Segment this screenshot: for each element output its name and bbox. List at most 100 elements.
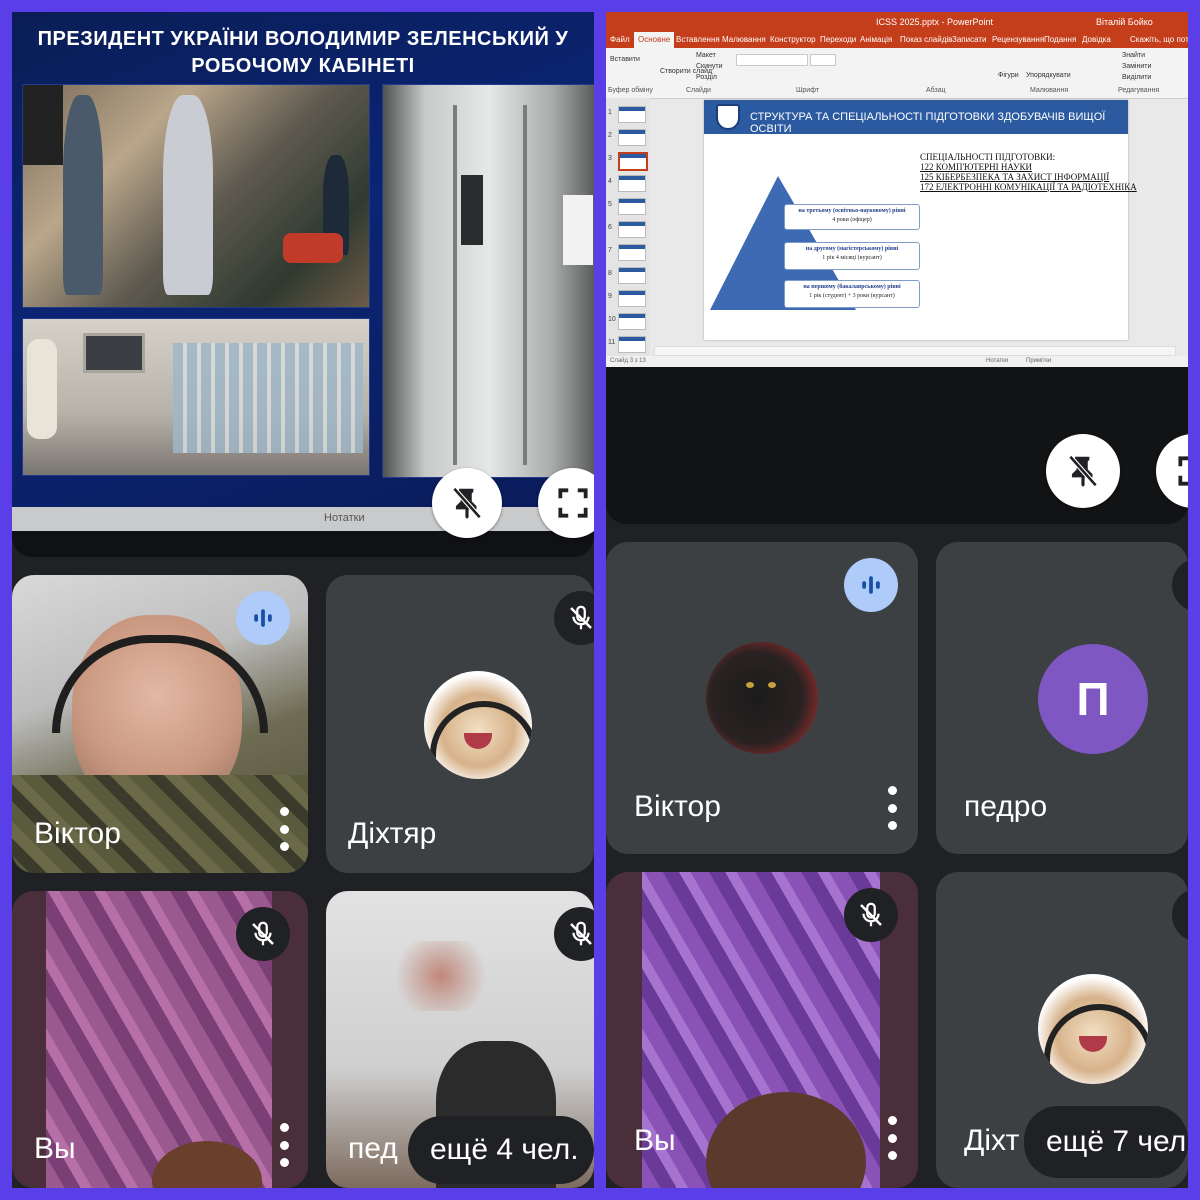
more-options-button[interactable] xyxy=(880,786,904,830)
ppt-user: Віталій Бойко xyxy=(1096,17,1153,27)
presentation-stream[interactable]: ICSS 2025.pptx - PowerPoint Віталій Бойк… xyxy=(606,12,1188,524)
slide-thumbnail-number: 6 xyxy=(608,224,612,231)
more-participants-label: ещё 7 чел. xyxy=(1046,1125,1188,1158)
tab-insert[interactable]: Вставлення xyxy=(676,35,720,44)
slide-thumbnail[interactable] xyxy=(618,175,646,192)
participant-tile[interactable]: Віктор xyxy=(606,542,918,854)
mic-off-icon xyxy=(860,902,882,927)
font-name-box[interactable] xyxy=(736,54,808,66)
participant-tile[interactable]: Діхтяр xyxy=(326,575,594,873)
slide-title: ПРЕЗИДЕНТ УКРАЇНИ ВОЛОДИМИР ЗЕЛЕНСЬКИЙ У… xyxy=(12,26,594,80)
reset-button[interactable]: Скинути xyxy=(696,63,723,70)
phone-console-photo xyxy=(22,318,370,476)
tell-me-search[interactable]: Скажіть, що потрібно зробити xyxy=(1130,35,1188,44)
equipment-rack-photo xyxy=(382,84,594,478)
slide-header: СТРУКТУРА ТА СПЕЦІАЛЬНОСТІ ПІДГОТОВКИ ЗД… xyxy=(704,100,1128,135)
mic-off-indicator xyxy=(1172,888,1188,942)
layout-button[interactable]: Макет xyxy=(696,52,716,59)
font-size-box[interactable] xyxy=(810,54,836,66)
select-button[interactable]: Виділити xyxy=(1122,74,1151,81)
slide-thumbnail[interactable] xyxy=(618,221,646,238)
meet-window-right: ICSS 2025.pptx - PowerPoint Віталій Бойк… xyxy=(606,12,1188,1188)
tab-draw[interactable]: Малювання xyxy=(722,35,766,44)
slide-thumbnails: 1 2 3 4 5 6 7 8 9 10 11 xyxy=(606,98,650,356)
mic-off-icon xyxy=(1184,570,1188,600)
ribbon-group-clipboard: Буфер обміну xyxy=(608,87,653,94)
fullscreen-icon xyxy=(558,488,588,518)
ppt-ribbon-tabs: Файл Основне Вставлення Малювання Констр… xyxy=(606,32,1188,48)
specialty-item: 172 ЕЛЕКТРОННІ КОМУНІКАЦІЇ ТА РАДІОТЕХНІ… xyxy=(920,182,1137,192)
unpin-button[interactable] xyxy=(1046,434,1120,508)
slide-thumbnail[interactable] xyxy=(618,244,646,261)
arrange-button[interactable]: Упорядкувати xyxy=(1026,72,1071,79)
slide-thumbnail[interactable] xyxy=(618,313,646,330)
participant-tile[interactable]: Віктор xyxy=(12,575,308,873)
tab-slideshow[interactable]: Показ слайдів xyxy=(900,35,952,44)
mic-off-indicator xyxy=(554,591,594,645)
replace-button[interactable]: Замінити xyxy=(1122,63,1151,70)
tab-view[interactable]: Подання xyxy=(1044,35,1076,44)
find-button[interactable]: Знайти xyxy=(1122,52,1145,59)
participant-video xyxy=(386,941,496,1011)
more-options-button[interactable] xyxy=(272,1123,296,1167)
slide-thumbnail[interactable] xyxy=(618,336,646,353)
level-detail: 4 роки (офіцер) xyxy=(832,217,872,223)
letter-avatar: П xyxy=(1038,644,1148,754)
slide-thumbnail-number: 9 xyxy=(608,293,612,300)
more-participants-button[interactable]: ещё 4 чел. xyxy=(408,1116,594,1184)
slide-title-line1: ПРЕЗИДЕНТ УКРАЇНИ ВОЛОДИМИР ЗЕЛЕНСЬКИЙ У xyxy=(37,28,569,50)
ppt-window-title: ICSS 2025.pptx - PowerPoint xyxy=(876,17,994,27)
tab-transitions[interactable]: Переходи xyxy=(820,35,856,44)
more-participants-label: ещё 4 чел. xyxy=(430,1133,579,1166)
slide-thumbnail-number: 5 xyxy=(608,201,612,208)
presentation-stream[interactable]: ПРЕЗИДЕНТ УКРАЇНИ ВОЛОДИМИР ЗЕЛЕНСЬКИЙ У… xyxy=(12,12,594,557)
fullscreen-button[interactable] xyxy=(1156,434,1188,508)
ribbon-group-paragraph: Абзац xyxy=(926,87,946,94)
mic-off-indicator xyxy=(1172,558,1188,612)
shapes-button[interactable]: Фігури xyxy=(998,72,1019,79)
unpin-button[interactable] xyxy=(432,468,502,538)
section-button[interactable]: Розділ xyxy=(696,74,717,81)
level-third: на третьому (освітньо-науковому) рівні 4… xyxy=(784,204,920,230)
tab-home[interactable]: Основне xyxy=(634,32,675,48)
slide-thumbnail[interactable] xyxy=(618,267,646,284)
slide-thumbnail-number: 8 xyxy=(608,270,612,277)
mic-off-icon xyxy=(570,921,592,946)
more-options-button[interactable] xyxy=(880,1116,904,1160)
horizontal-scrollbar[interactable] xyxy=(654,346,1176,356)
notes-button[interactable]: Нотатки xyxy=(986,358,1008,364)
more-options-button[interactable] xyxy=(272,807,296,851)
slide-thumbnail[interactable] xyxy=(618,198,646,215)
level-title: на другому (магістерському) рівні xyxy=(805,246,899,252)
cat-avatar xyxy=(706,642,818,754)
more-participants-button[interactable]: ещё 7 чел. xyxy=(1024,1106,1188,1178)
tab-record[interactable]: Записати xyxy=(952,35,987,44)
ribbon-group-font: Шрифт xyxy=(796,87,820,94)
tab-review[interactable]: Рецензування xyxy=(992,35,1044,44)
comments-button[interactable]: Примітки xyxy=(1026,358,1051,364)
slide-thumbnail[interactable] xyxy=(618,129,646,146)
ribbon-group-slides: Слайди xyxy=(686,87,711,94)
participant-tile[interactable]: Вы xyxy=(12,891,308,1188)
participant-tile[interactable]: Вы xyxy=(606,872,918,1188)
slide-thumbnail[interactable] xyxy=(618,152,648,171)
tab-file[interactable]: Файл xyxy=(610,35,630,44)
slide-thumbnail[interactable] xyxy=(618,106,646,123)
slide-thumbnail-number: 3 xyxy=(608,155,612,162)
speaking-icon xyxy=(862,576,880,594)
ppt-ribbon: Вставити Створити слайд Макет Скинути Ро… xyxy=(606,48,1188,99)
tab-help[interactable]: Довідка xyxy=(1082,35,1111,44)
participant-name: Вы xyxy=(34,1132,76,1165)
office-photo xyxy=(22,84,370,308)
participant-tile[interactable]: П педро xyxy=(936,542,1188,854)
paste-button[interactable]: Вставити xyxy=(610,56,640,63)
tab-animations[interactable]: Анімація xyxy=(860,35,892,44)
slide-thumbnail[interactable] xyxy=(618,290,646,307)
level-detail: 1 рік (студент) + 3 роки (курсант) xyxy=(809,293,895,299)
tab-design[interactable]: Конструктор xyxy=(770,35,816,44)
level-second: на другому (магістерському) рівні 1 рік … xyxy=(784,242,920,270)
mic-off-icon xyxy=(252,921,274,946)
specialty-item: 122 КОМП'ЮТЕРНІ НАУКИ xyxy=(920,162,1033,172)
mic-off-indicator xyxy=(554,907,594,961)
specialties-heading: СПЕЦІАЛЬНОСТІ ПІДГОТОВКИ: xyxy=(920,152,1056,162)
